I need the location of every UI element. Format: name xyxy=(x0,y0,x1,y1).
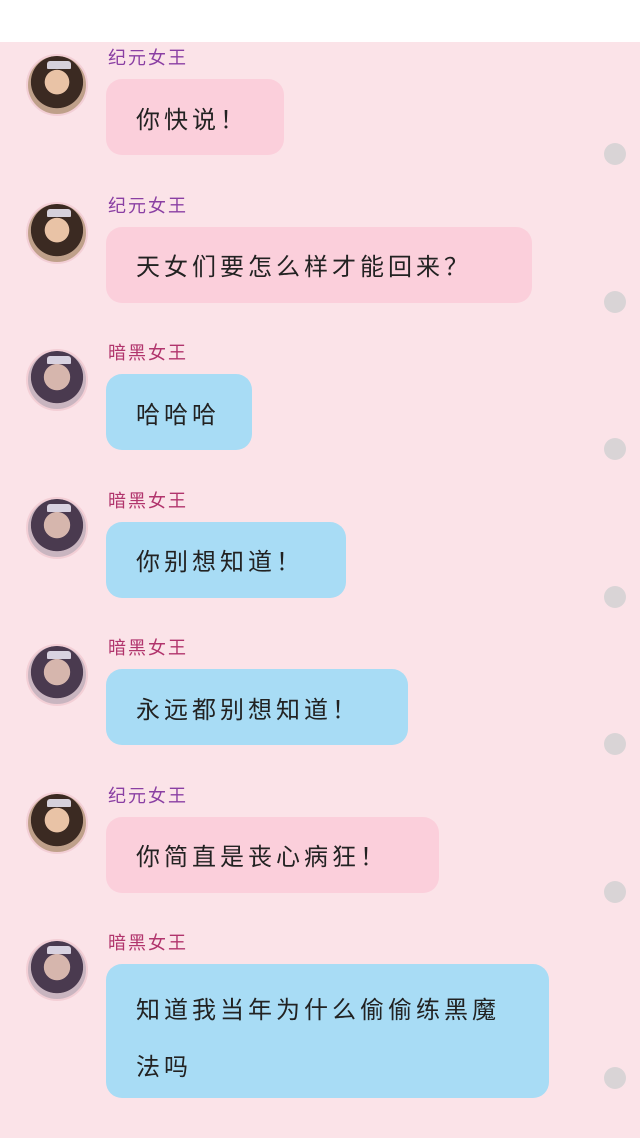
chat-message: 纪元女王 你快说！ xyxy=(0,42,640,190)
avatar[interactable] xyxy=(26,54,88,116)
status-dot-icon xyxy=(604,290,626,313)
message-bubble[interactable]: 天女们要怎么样才能回来？ xyxy=(106,226,532,303)
avatar[interactable] xyxy=(26,644,88,706)
sender-name: 暗黑女王 xyxy=(108,490,188,512)
chat-message: 暗黑女王 知道我当年为什么偷偷练黑魔法吗 xyxy=(0,927,640,1132)
message-bubble[interactable]: 哈哈哈 xyxy=(106,374,252,450)
message-bubble[interactable]: 永远都别想知道！ xyxy=(106,669,408,745)
crown-icon xyxy=(47,61,71,69)
status-dot-icon xyxy=(604,143,626,165)
status-dot-icon xyxy=(604,880,626,903)
crown-icon xyxy=(47,503,71,512)
chat-list[interactable]: 纪元女王 你快说！ 纪元女王 天女们要怎么样才能回来？ 暗黑女王 哈哈哈 暗黑女… xyxy=(0,42,640,1132)
message-bubble[interactable]: 你简直是丧心病狂！ xyxy=(106,816,439,893)
message-bubble[interactable]: 知道我当年为什么偷偷练黑魔法吗 xyxy=(106,964,549,1098)
sender-name: 暗黑女王 xyxy=(108,933,188,954)
status-dot-icon xyxy=(604,585,626,608)
crown-icon xyxy=(47,946,71,954)
avatar[interactable] xyxy=(26,791,88,854)
chat-message: 纪元女王 天女们要怎么样才能回来？ xyxy=(0,190,640,338)
chat-message: 暗黑女王 哈哈哈 xyxy=(0,337,640,485)
sender-name: 纪元女王 xyxy=(108,785,188,807)
crown-icon xyxy=(47,356,71,364)
crown-icon xyxy=(47,651,71,659)
status-dot-icon xyxy=(604,438,626,460)
message-bubble[interactable]: 你别想知道！ xyxy=(106,521,346,598)
avatar[interactable] xyxy=(26,349,88,411)
sender-name: 暗黑女王 xyxy=(108,638,188,659)
sender-name: 暗黑女王 xyxy=(108,343,188,364)
chat-message: 纪元女王 你简直是丧心病狂！ xyxy=(0,780,640,928)
avatar[interactable] xyxy=(26,939,88,1001)
chat-message: 暗黑女王 你别想知道！ xyxy=(0,485,640,633)
status-dot-icon xyxy=(604,1067,626,1089)
crown-icon xyxy=(47,208,71,217)
avatar[interactable] xyxy=(26,496,88,559)
sender-name: 纪元女王 xyxy=(108,48,188,69)
message-bubble[interactable]: 你快说！ xyxy=(106,79,284,155)
crown-icon xyxy=(47,798,71,807)
avatar[interactable] xyxy=(26,201,88,264)
status-dot-icon xyxy=(604,733,626,755)
chat-message: 暗黑女王 永远都别想知道！ xyxy=(0,632,640,780)
sender-name: 纪元女王 xyxy=(108,195,188,217)
top-bar xyxy=(0,0,640,42)
